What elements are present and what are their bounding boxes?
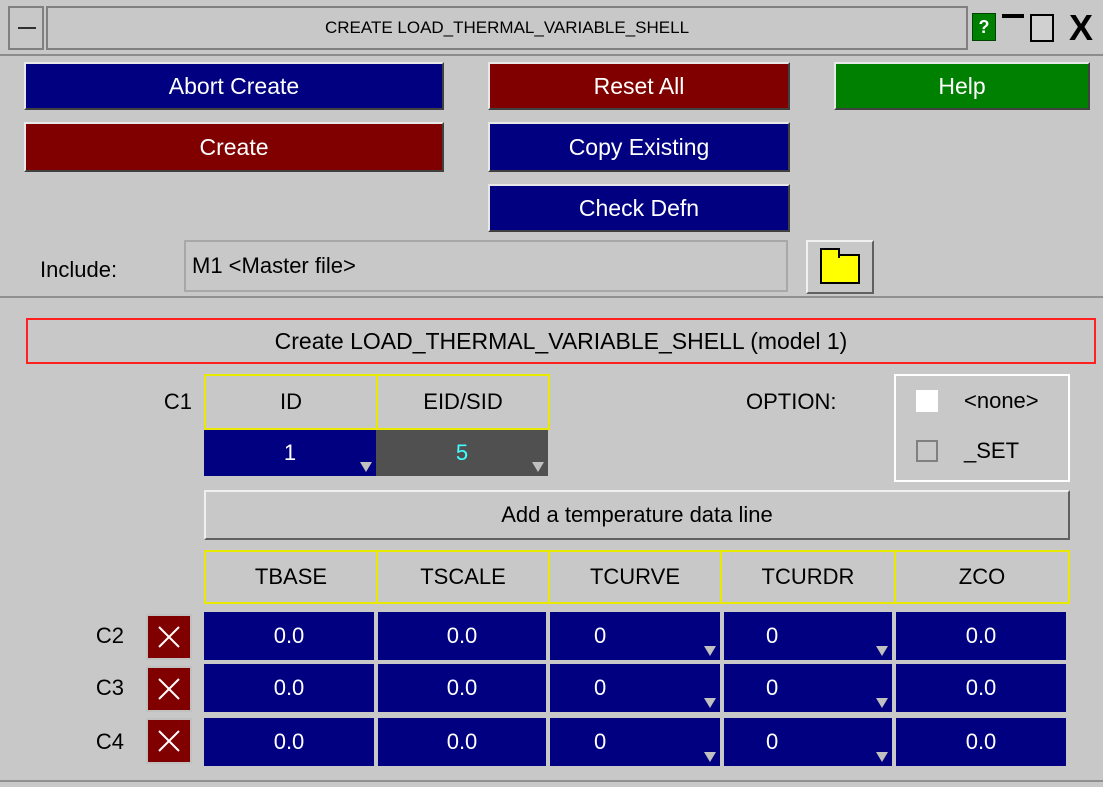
delete-x-icon (158, 626, 180, 648)
cell-value: 0 (594, 729, 607, 754)
window-title: CREATE LOAD_THERMAL_VARIABLE_SHELL (46, 6, 968, 50)
card-label-c1: C1 (163, 389, 192, 414)
header-tbase: TBASE (204, 550, 378, 604)
cell-value: 0.0 (273, 729, 305, 754)
cell-value: 0 (766, 675, 779, 700)
header-tcurdr: TCURDR (720, 550, 896, 604)
check-defn-button[interactable]: Check Defn (488, 184, 790, 232)
header-tscale: TSCALE (376, 550, 550, 604)
folder-icon (820, 248, 860, 284)
zco-input[interactable]: 0.0 (896, 664, 1066, 712)
dropdown-arrow-icon (360, 462, 372, 472)
tcurdr-input[interactable]: 0 (724, 718, 892, 766)
tscale-input[interactable]: 0.0 (378, 718, 546, 766)
cell-value: 0 (766, 623, 779, 648)
checkbox-icon (916, 440, 938, 462)
dropdown-arrow-icon (876, 646, 888, 656)
option-set[interactable]: _SET (916, 438, 1019, 464)
checkbox-icon (916, 390, 938, 412)
divider (0, 296, 1103, 298)
minimize-icon[interactable] (1002, 14, 1024, 18)
eid-sid-input[interactable]: 5 (376, 430, 548, 476)
cell-value: 0.0 (965, 729, 997, 754)
window-menu-button[interactable] (8, 6, 44, 50)
delete-x-icon (158, 678, 180, 700)
dropdown-arrow-icon (532, 462, 544, 472)
id-input[interactable]: 1 (204, 430, 376, 476)
cell-value: 0 (594, 623, 607, 648)
header-id: ID (204, 374, 378, 430)
cell-value: 0.0 (446, 675, 478, 700)
cell-value: 0.0 (273, 623, 305, 648)
eid-sid-value: 5 (455, 440, 469, 465)
help-icon[interactable]: ? (972, 13, 996, 41)
help-button[interactable]: Help (834, 62, 1090, 110)
header-eid-sid: EID/SID (376, 374, 550, 430)
bottom-border (0, 780, 1103, 782)
header-zco: ZCO (894, 550, 1070, 604)
close-icon[interactable]: X (1062, 6, 1100, 50)
create-button[interactable]: Create (24, 122, 444, 172)
abort-create-button[interactable]: Abort Create (24, 62, 444, 110)
delete-row-button[interactable] (146, 614, 192, 660)
option-none[interactable]: <none> (916, 388, 1039, 414)
dropdown-arrow-icon (704, 752, 716, 762)
tcurve-input[interactable]: 0 (550, 664, 720, 712)
dash-icon (18, 27, 36, 29)
tscale-input[interactable]: 0.0 (378, 664, 546, 712)
cell-value: 0.0 (965, 675, 997, 700)
dropdown-arrow-icon (876, 698, 888, 708)
zco-input[interactable]: 0.0 (896, 612, 1066, 660)
tcurve-input[interactable]: 0 (550, 718, 720, 766)
tbase-input[interactable]: 0.0 (204, 664, 374, 712)
cell-value: 0.0 (446, 623, 478, 648)
dropdown-arrow-icon (876, 752, 888, 762)
browse-folder-button[interactable] (806, 240, 874, 294)
tbase-input[interactable]: 0.0 (204, 718, 374, 766)
cell-value: 0.0 (965, 623, 997, 648)
add-temperature-line-button[interactable]: Add a temperature data line (204, 490, 1070, 540)
panel-heading: Create LOAD_THERMAL_VARIABLE_SHELL (mode… (26, 318, 1096, 364)
include-field[interactable]: M1 <Master file> (184, 240, 788, 292)
reset-all-button[interactable]: Reset All (488, 62, 790, 110)
delete-row-button[interactable] (146, 666, 192, 712)
tcurdr-input[interactable]: 0 (724, 664, 892, 712)
id-value: 1 (283, 440, 297, 465)
dropdown-arrow-icon (704, 698, 716, 708)
header-tcurve: TCURVE (548, 550, 722, 604)
dropdown-arrow-icon (704, 646, 716, 656)
row-label-c2: C2 (95, 623, 124, 648)
include-label: Include: (40, 257, 118, 282)
option-set-label: _SET (964, 438, 1020, 463)
tcurdr-input[interactable]: 0 (724, 612, 892, 660)
row-label-c4: C4 (95, 729, 124, 754)
delete-x-icon (158, 730, 180, 752)
option-none-label: <none> (964, 388, 1039, 413)
zco-input[interactable]: 0.0 (896, 718, 1066, 766)
delete-row-button[interactable] (146, 718, 192, 764)
cell-value: 0.0 (273, 675, 305, 700)
copy-existing-button[interactable]: Copy Existing (488, 122, 790, 172)
cell-value: 0.0 (446, 729, 478, 754)
cell-value: 0 (594, 675, 607, 700)
row-label-c3: C3 (95, 675, 124, 700)
tcurve-input[interactable]: 0 (550, 612, 720, 660)
tbase-input[interactable]: 0.0 (204, 612, 374, 660)
option-label: OPTION: (746, 389, 837, 414)
cell-value: 0 (766, 729, 779, 754)
tscale-input[interactable]: 0.0 (378, 612, 546, 660)
maximize-icon[interactable] (1030, 14, 1054, 42)
